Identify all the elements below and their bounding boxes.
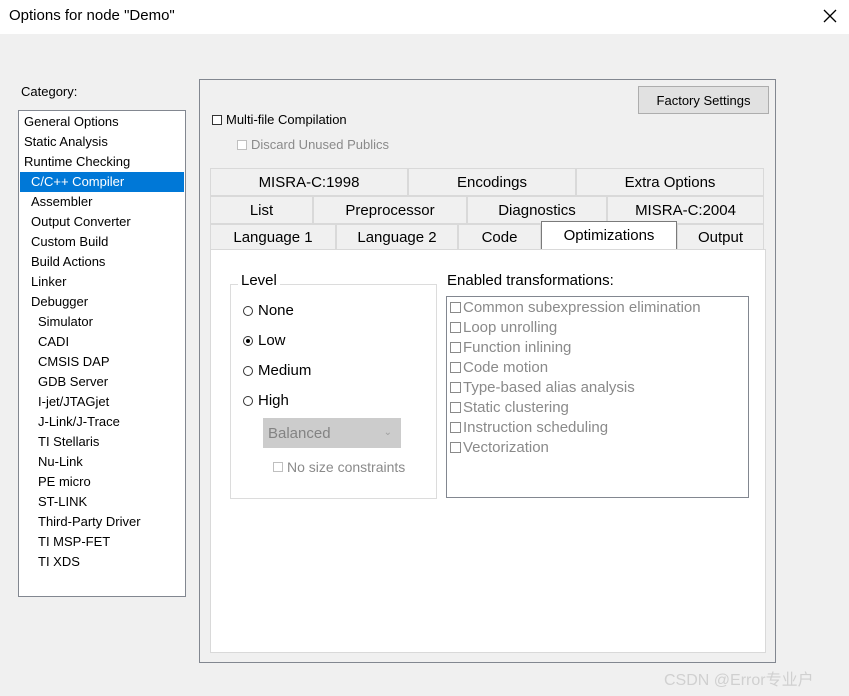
category-item-general-options[interactable]: General Options [20,112,119,132]
radio-button[interactable] [243,365,253,376]
category-item-assembler[interactable]: Assembler [20,192,92,212]
level-medium-label: Medium [258,362,312,379]
chevron-down-icon: ⌄ [383,427,392,438]
level-none-radio[interactable]: None [243,302,294,319]
checkbox-box [450,422,461,433]
category-item-debugger[interactable]: Debugger [20,292,88,312]
tab-diagnostics[interactable]: Diagnostics [467,196,607,224]
transformation-item: Instruction scheduling [450,419,608,436]
transformation-item: Static clustering [450,399,569,416]
category-item-third-party-driver[interactable]: Third-Party Driver [20,512,141,532]
category-item-ti-xds[interactable]: TI XDS [20,552,80,572]
multi-file-compilation-checkbox[interactable]: Multi-file Compilation [212,112,347,127]
transformations-list: Common subexpression elimination Loop un… [446,296,749,498]
tab-output[interactable]: Output [677,224,764,250]
balance-select-value: Balanced [268,424,331,442]
factory-settings-button[interactable]: Factory Settings [638,86,769,114]
level-label: Level [238,272,280,289]
transformation-label: Common subexpression elimination [463,299,701,316]
tab-language-2[interactable]: Language 2 [336,224,458,250]
tab-extra-options[interactable]: Extra Options [576,168,764,196]
discard-unused-publics-checkbox: Discard Unused Publics [237,137,389,152]
level-none-label: None [258,302,294,319]
transformation-label: Type-based alias analysis [463,379,635,396]
transformation-item: Vectorization [450,439,549,456]
category-item-build-actions[interactable]: Build Actions [20,252,105,272]
tab-language-1[interactable]: Language 1 [210,224,336,250]
tab-optimizations[interactable]: Optimizations [541,221,677,249]
checkbox-box [450,402,461,413]
category-item-i-jet[interactable]: I-jet/JTAGjet [20,392,109,412]
radio-button-selected[interactable] [243,335,253,346]
discard-unused-label: Discard Unused Publics [251,137,390,152]
category-item-pe-micro[interactable]: PE micro [20,472,91,492]
category-list[interactable]: General Options Static Analysis Runtime … [18,110,186,597]
checkbox-box [450,362,461,373]
balance-select: Balanced ⌄ [263,418,401,448]
close-icon [823,9,837,23]
tab-encodings[interactable]: Encodings [408,168,576,196]
checkbox-box [450,382,461,393]
enabled-transformations-label: Enabled transformations: [447,272,614,289]
category-item-simulator[interactable]: Simulator [20,312,93,332]
category-item-cadi[interactable]: CADI [20,332,69,352]
level-low-label: Low [258,332,286,349]
no-size-constraints-checkbox: No size constraints [273,459,405,475]
tab-misra-c-1998[interactable]: MISRA-C:1998 [210,168,408,196]
checkbox-box[interactable] [212,114,222,125]
transformation-label: Function inlining [463,339,572,356]
category-item-cmsis-dap[interactable]: CMSIS DAP [20,352,110,372]
checkbox-box [450,342,461,353]
category-item-st-link[interactable]: ST-LINK [20,492,87,512]
transformation-label: Static clustering [463,399,569,416]
multi-file-label: Multi-file Compilation [226,112,347,127]
transformation-item: Code motion [450,359,548,376]
level-high-label: High [258,392,289,409]
tab-list[interactable]: List [210,196,313,224]
category-item-static-analysis[interactable]: Static Analysis [20,132,108,152]
close-button[interactable] [815,3,845,29]
level-high-radio[interactable]: High [243,392,289,409]
category-item-linker[interactable]: Linker [20,272,66,292]
radio-button[interactable] [243,395,253,406]
category-item-ti-stellaris[interactable]: TI Stellaris [20,432,99,452]
checkbox-box [450,302,461,313]
category-item-c-compiler[interactable]: C/C++ Compiler [20,172,184,192]
transformation-item: Function inlining [450,339,571,356]
transformation-label: Code motion [463,359,549,376]
transformation-item: Type-based alias analysis [450,379,635,396]
category-item-custom-build[interactable]: Custom Build [20,232,108,252]
watermark: CSDN @Error专业户 [664,672,814,689]
category-label: Category: [21,84,78,99]
category-item-gdb-server[interactable]: GDB Server [20,372,108,392]
level-medium-radio[interactable]: Medium [243,362,311,379]
tab-preprocessor[interactable]: Preprocessor [313,196,467,224]
category-item-ti-msp-fet[interactable]: TI MSP-FET [20,532,110,552]
checkbox-box [273,462,283,472]
transformation-item: Loop unrolling [450,319,557,336]
radio-button[interactable] [243,305,253,316]
category-item-nu-link[interactable]: Nu-Link [20,452,83,472]
category-item-j-link[interactable]: J-Link/J-Trace [20,412,120,432]
window-title: Options for node "Demo" [9,7,175,24]
transformation-label: Loop unrolling [463,319,558,336]
no-size-label: No size constraints [287,459,406,475]
transformation-label: Vectorization [463,439,549,456]
transformation-item: Common subexpression elimination [450,299,701,316]
category-item-output-converter[interactable]: Output Converter [20,212,131,232]
level-low-radio[interactable]: Low [243,332,286,349]
checkbox-box [237,139,247,150]
tab-code[interactable]: Code [458,224,541,250]
checkbox-box [450,442,461,453]
category-item-runtime-checking[interactable]: Runtime Checking [20,152,130,172]
tab-misra-c-2004[interactable]: MISRA-C:2004 [607,196,764,224]
title-bar: Options for node "Demo" [0,0,849,34]
checkbox-box [450,322,461,333]
transformation-label: Instruction scheduling [463,419,609,436]
